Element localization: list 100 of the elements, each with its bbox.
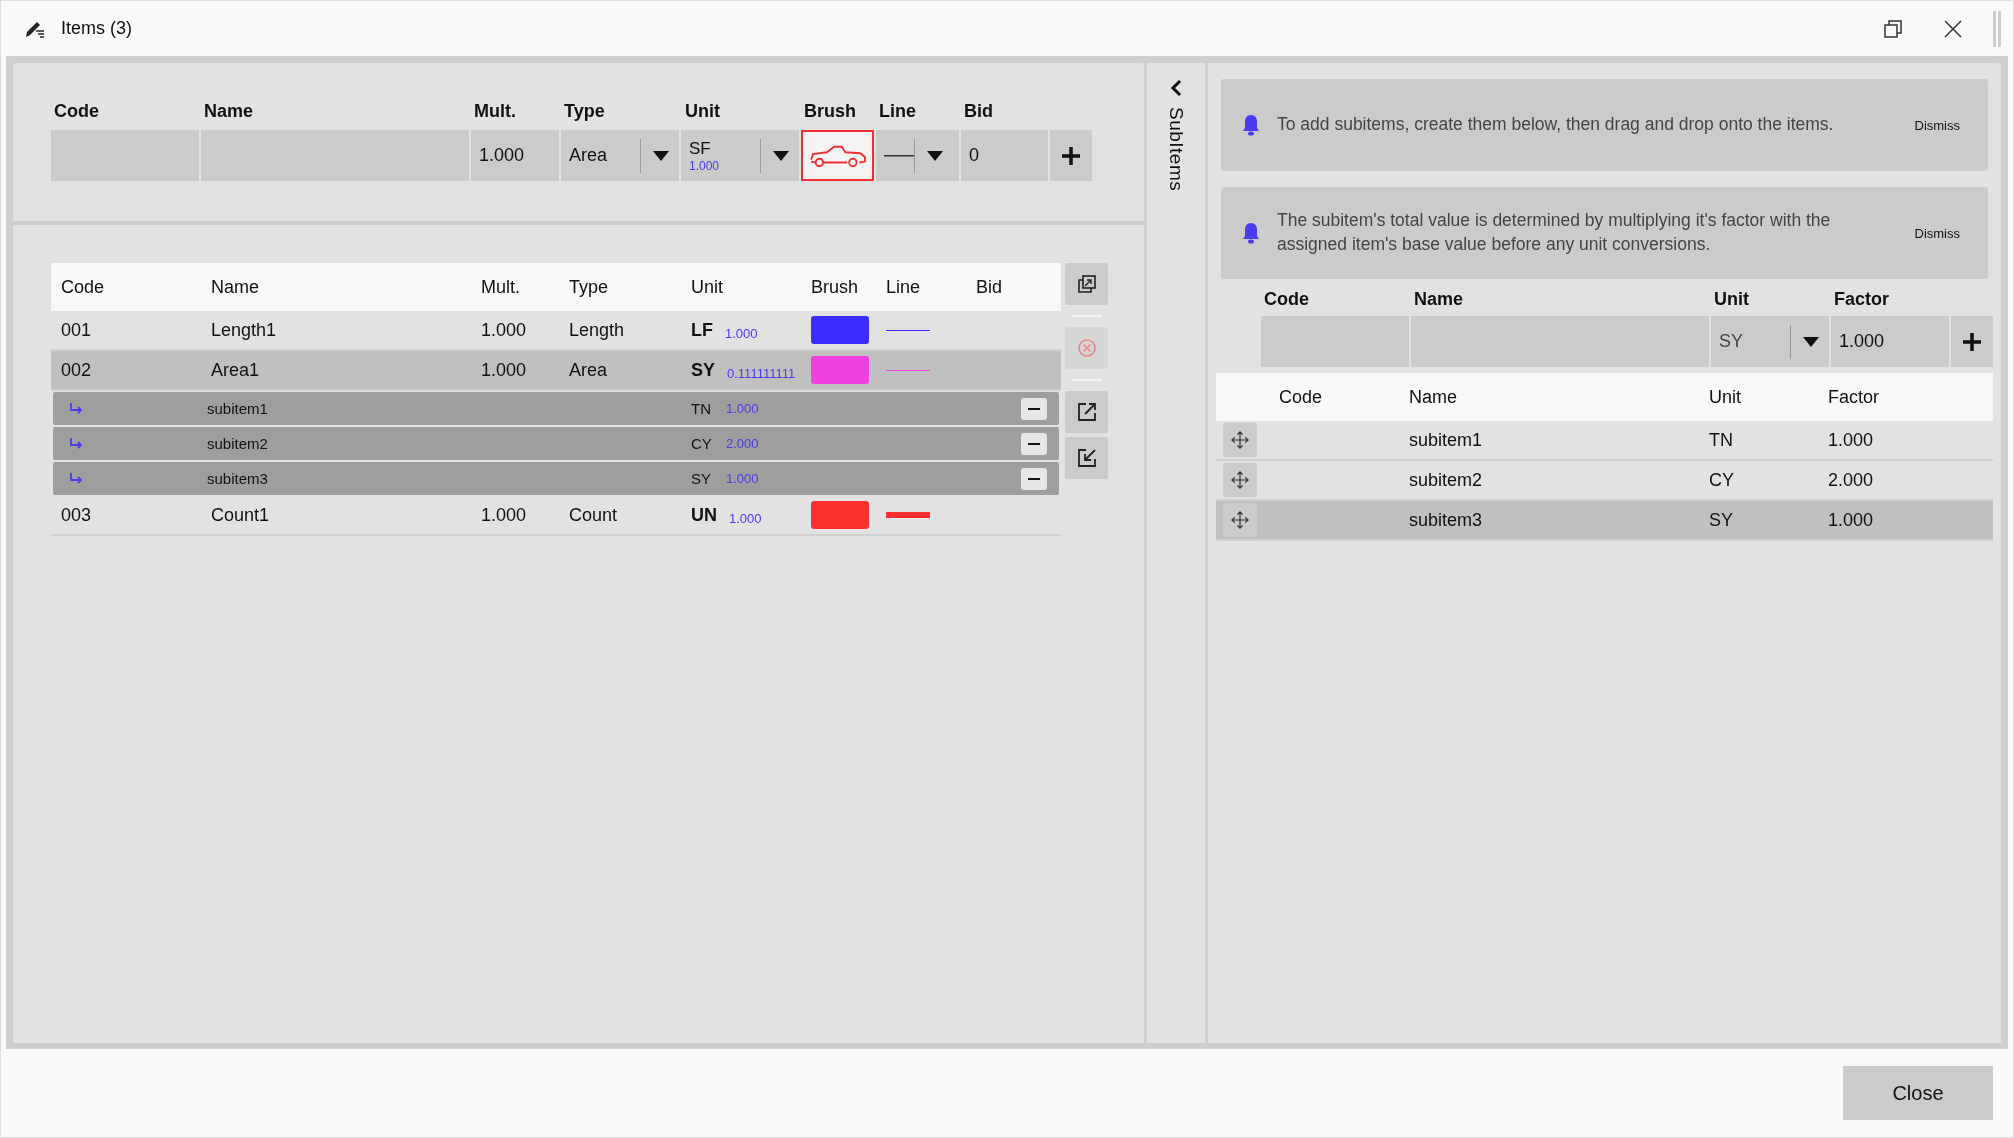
table-cell-text: TN <box>1708 429 1734 451</box>
column-header: Name <box>1408 386 1458 408</box>
column-label: Bid <box>963 101 994 122</box>
table-cell-text: subitem2 <box>1408 469 1484 491</box>
delete-icon <box>1076 338 1097 358</box>
drag-handle[interactable] <box>1223 463 1257 497</box>
column-header: Mult. <box>481 276 521 298</box>
minus-icon <box>1028 407 1040 410</box>
drag-handle[interactable] <box>1223 503 1257 537</box>
column-label: Name <box>203 101 255 122</box>
item-row[interactable]: 002 Area1 1.000 Area SY 0.111111111 <box>51 351 1061 391</box>
table-cell-text: subitem2 <box>207 435 269 452</box>
grip-icon[interactable] <box>1993 10 2001 47</box>
unit-factor: 0.111111111 <box>727 365 796 381</box>
table-cell-text: 1.000 <box>481 504 528 526</box>
subitem-row[interactable]: subitem1 TN 1.000 <box>53 392 1059 425</box>
notice-text: To add subitems, create them below, then drag and drop onto the items. <box>1277 113 1835 137</box>
column-header: Type <box>569 276 610 298</box>
add-button[interactable] <box>1050 130 1092 181</box>
import-icon <box>1076 448 1097 468</box>
unit-cell: LF <box>691 319 713 341</box>
column-header: Code <box>1279 386 1324 408</box>
table-cell-text: 001 <box>61 319 93 341</box>
bid-field[interactable]: 0 <box>961 130 1048 181</box>
subitem-row[interactable]: subitem1 TN 1.000 <box>1216 421 1993 461</box>
remove-button[interactable] <box>1021 467 1047 490</box>
mult-field[interactable]: 1.000 <box>471 130 559 181</box>
unit-factor: 1.000 <box>725 325 758 341</box>
table-cell-text: Length <box>569 319 626 341</box>
dismiss-link[interactable]: Dismiss <box>1914 225 1960 241</box>
minus-icon <box>1028 442 1040 445</box>
child-arrow-icon <box>69 437 85 450</box>
subitem-row[interactable]: subitem3 SY 1.000 <box>53 462 1059 495</box>
move-icon <box>1231 431 1249 449</box>
bell-icon <box>1241 114 1261 136</box>
column-label: Code <box>1263 289 1310 310</box>
copy-icon <box>1076 274 1097 294</box>
unit-dropdown[interactable]: SF 1.000 <box>681 130 799 181</box>
table-cell-text: Count1 <box>211 504 271 526</box>
table-cell-text: TN <box>691 400 712 417</box>
unit-factor: 2.000 <box>726 436 759 451</box>
line-dropdown[interactable] <box>876 130 959 181</box>
column-header: Unit <box>1708 386 1742 408</box>
line-style-icon <box>884 154 914 157</box>
unit-factor: 1.000 <box>726 401 759 416</box>
column-label: Unit <box>1713 289 1750 310</box>
table-cell-text: Area <box>569 359 609 381</box>
brush-picker[interactable] <box>801 130 874 181</box>
add-button[interactable] <box>1951 316 1993 367</box>
table-cell-text: Area1 <box>211 359 261 381</box>
table-cell-text: subitem1 <box>207 400 269 417</box>
column-header: Line <box>886 276 922 298</box>
unit-factor: 1.000 <box>729 510 762 526</box>
table-cell-text: Count <box>569 504 619 526</box>
column-header: Factor <box>1827 386 1880 408</box>
factor-field[interactable]: 1.000 <box>1831 316 1949 367</box>
table-cell-text: 002 <box>61 359 93 381</box>
table-cell-text: subitem1 <box>1408 429 1484 451</box>
table-cell-text: 003 <box>61 504 93 526</box>
item-row[interactable]: 003 Count1 1.000 Count UN 1.000 <box>51 496 1061 536</box>
dismiss-link[interactable]: Dismiss <box>1914 117 1960 133</box>
move-icon <box>1231 511 1249 529</box>
caret-icon <box>773 150 789 161</box>
column-label: Brush <box>803 101 857 122</box>
type-dropdown[interactable]: Area <box>561 130 679 181</box>
drag-handle[interactable] <box>1223 423 1257 457</box>
subitem-row[interactable]: subitem2 CY 2.000 <box>53 427 1059 460</box>
notice-text: The subitem's total value is determined by multiplying it's factor with the assigned item's base value before any unit conversions. <box>1277 209 1832 256</box>
column-header: Unit <box>691 276 724 298</box>
column-header: Brush <box>811 276 860 298</box>
table-cell-text: SY <box>691 470 712 487</box>
copy-button[interactable] <box>1065 263 1108 305</box>
unit-factor: 1.000 <box>726 471 759 486</box>
minus-icon <box>1028 477 1040 480</box>
restore-icon[interactable] <box>1883 18 1903 39</box>
column-label: Unit <box>684 101 721 122</box>
child-arrow-icon <box>69 472 85 485</box>
table-cell-text: Length1 <box>211 319 278 341</box>
close-button[interactable]: Close <box>1843 1066 1993 1120</box>
remove-button[interactable] <box>1021 432 1047 455</box>
column-label: Type <box>563 101 606 122</box>
unit-dropdown[interactable]: SY <box>1711 316 1829 367</box>
column-header: Name <box>211 276 260 298</box>
import-button[interactable] <box>1065 437 1108 479</box>
subitems-tab[interactable]: SubItems <box>1147 63 1205 1043</box>
bell-icon <box>1241 222 1261 244</box>
table-cell-text: 1.000 <box>481 319 528 341</box>
unit-cell: UN <box>691 504 717 526</box>
remove-button[interactable] <box>1021 397 1047 420</box>
subitem-row[interactable]: subitem3 SY 1.000 <box>1216 501 1993 541</box>
table-cell-text: 2.000 <box>1827 469 1875 491</box>
table-cell-text: 1.000 <box>481 359 528 381</box>
plus-icon <box>1061 145 1081 166</box>
column-label: Mult. <box>473 101 517 122</box>
column-header: Code <box>61 276 106 298</box>
plus-icon <box>1962 331 1982 352</box>
export-button[interactable] <box>1065 391 1108 433</box>
table-cell-text: 1.000 <box>1827 509 1875 531</box>
table-cell-text: 1.000 <box>1827 429 1875 451</box>
close-icon[interactable] <box>1943 18 1963 39</box>
